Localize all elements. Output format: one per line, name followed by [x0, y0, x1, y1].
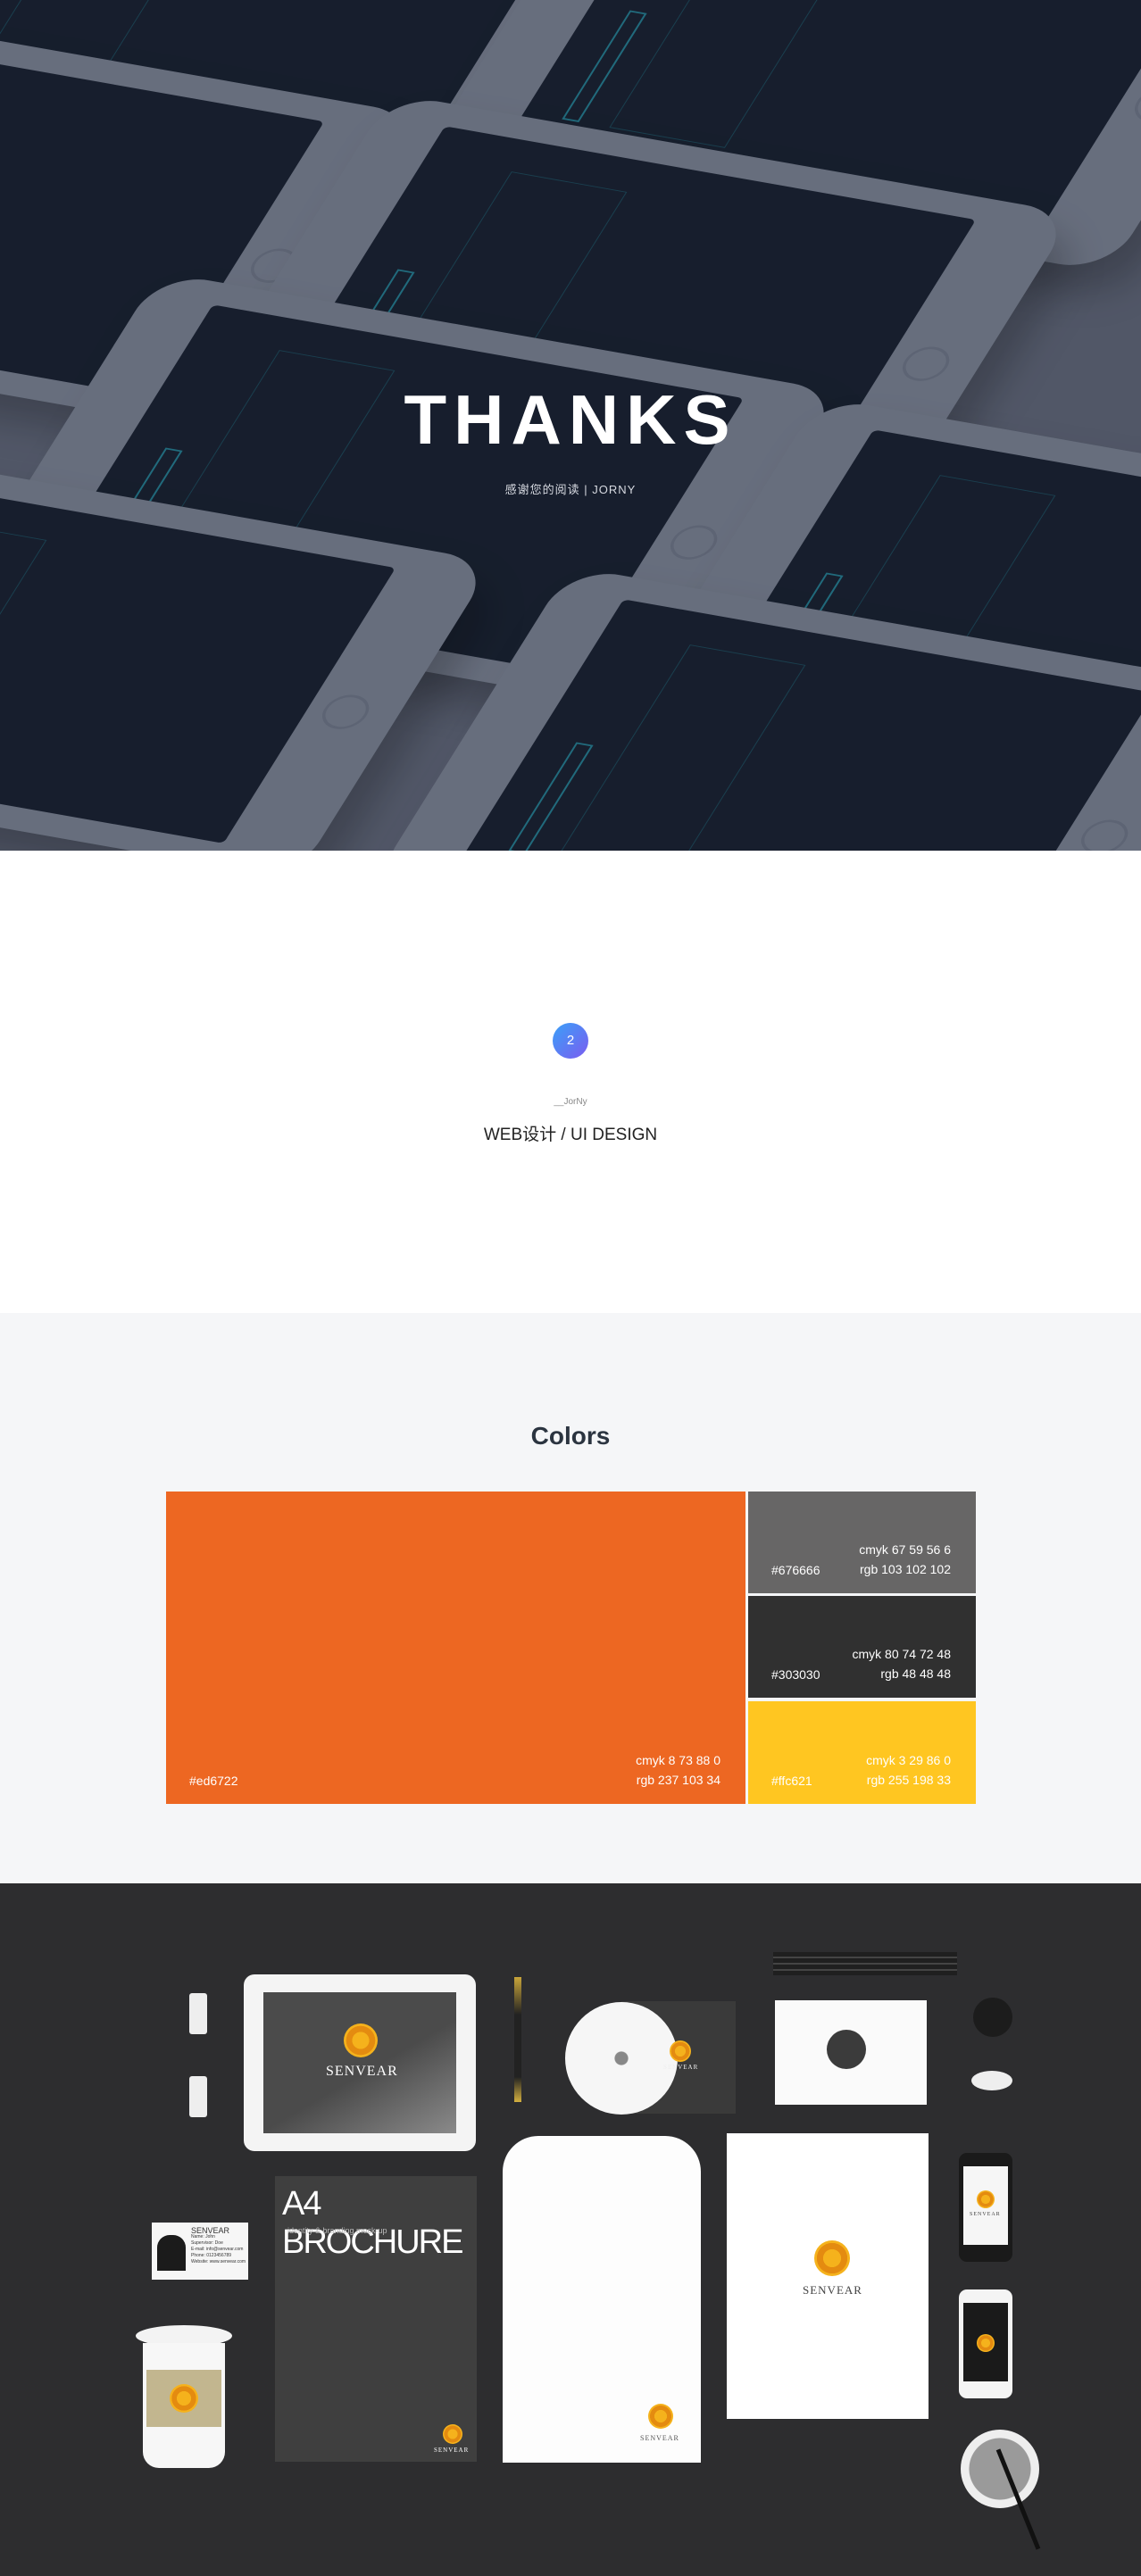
- swatch-hex: #ed6722: [189, 1774, 238, 1788]
- hero-title: THANKS: [404, 380, 737, 459]
- hero-subtitle: 感谢您的阅读 | JORNY: [504, 483, 637, 496]
- section-author: __JorNy: [554, 1097, 587, 1107]
- brochure-title: A4 BROCHURE: [282, 2185, 463, 2261]
- section-intro: [0, 851, 1141, 1313]
- senvear-logo: [443, 2424, 462, 2444]
- phone-brand: SENVEAR: [970, 2212, 1001, 2217]
- tablet-brand: SENVEAR: [326, 2064, 398, 2079]
- letterhead: SENVEAR: [727, 2133, 929, 2419]
- senvear-logo: [170, 2384, 198, 2413]
- id-badge: SENVEAR Name: John Supervisor: Doe E-mai…: [152, 2223, 248, 2280]
- badge-line: Website: www.senvear.com: [191, 2259, 246, 2264]
- color-swatch-dark: #303030 cmyk 80 74 72 48 rgb 48 48 48: [748, 1596, 976, 1698]
- letterhead-brand: SENVEAR: [803, 2283, 862, 2297]
- wax-seal: [827, 2030, 866, 2069]
- tablet-mockup: SENVEAR: [244, 1974, 476, 2151]
- swatch-hex: #303030: [771, 1667, 820, 1682]
- badge-line: Phone: 0123456789: [191, 2253, 232, 2258]
- stamp: [973, 1998, 1012, 2037]
- a4-brochure: A4 BROCHURE identity & branding mock-up …: [275, 2176, 477, 2462]
- usb-stick: [189, 2076, 207, 2117]
- hero-banner: THANKS 感谢您的阅读 | JORNY: [0, 0, 1141, 851]
- swatch-rgb: rgb 103 102 102: [860, 1562, 951, 1576]
- phone-black: SENVEAR: [959, 2153, 1012, 2262]
- phone-white: [959, 2289, 1012, 2398]
- stamp-base: [971, 2071, 1012, 2090]
- envelope: SENVEAR: [503, 2136, 701, 2463]
- black-cards: [773, 1952, 957, 1975]
- badge-line: E-mail: info@senvear.com: [191, 2247, 244, 2252]
- color-swatch-yellow: #ffc621 cmyk 3 29 86 0 rgb 255 198 33: [748, 1701, 976, 1804]
- senvear-logo: [814, 2240, 850, 2276]
- section-title: WEB设计 / UI DESIGN: [483, 1126, 658, 1144]
- senvear-logo: [977, 2334, 995, 2352]
- swatch-hex: #676666: [771, 1563, 820, 1577]
- coffee-cup: [136, 2325, 232, 2470]
- brochure-brand: SENVEAR: [434, 2447, 470, 2454]
- swatch-cmyk: cmyk 80 74 72 48: [852, 1647, 951, 1661]
- swatch-cmyk: cmyk 8 73 88 0: [636, 1753, 720, 1767]
- badge-line: Name: John: [191, 2234, 215, 2239]
- color-swatch-primary: #ed6722 cmyk 8 73 88 0 rgb 237 103 34: [166, 1492, 745, 1804]
- swatch-cmyk: cmyk 67 59 56 6: [859, 1542, 951, 1557]
- cd-brand: SENVEAR: [663, 2064, 699, 2071]
- swatch-rgb: rgb 48 48 48: [880, 1666, 951, 1681]
- pencil-holder: [961, 2430, 1039, 2508]
- swatch-cmyk: cmyk 3 29 86 0: [866, 1753, 951, 1767]
- badge-line: Supervisor: Doe: [191, 2240, 223, 2246]
- senvear-logo: [344, 2023, 378, 2057]
- brochure-subtitle: identity & branding mock-up: [287, 2226, 387, 2235]
- swatch-rgb: rgb 255 198 33: [866, 1773, 951, 1787]
- color-swatch-gray: #676666 cmyk 67 59 56 6 rgb 103 102 102: [748, 1492, 976, 1593]
- badge-line: SENVEAR: [191, 2226, 230, 2235]
- usb-stick: [189, 1993, 207, 2034]
- envelope-brand: SENVEAR: [640, 2434, 679, 2442]
- cd-disc: [565, 2002, 678, 2115]
- swatch-rgb: rgb 237 103 34: [636, 1773, 720, 1787]
- colors-title: Colors: [530, 1422, 611, 1450]
- senvear-logo: [648, 2404, 673, 2429]
- senvear-logo: [977, 2190, 995, 2208]
- pen: [514, 1977, 521, 2102]
- swatch-hex: #ffc621: [771, 1774, 812, 1788]
- senvear-logo: [670, 2040, 691, 2062]
- section-number-badge: 2: [553, 1023, 588, 1059]
